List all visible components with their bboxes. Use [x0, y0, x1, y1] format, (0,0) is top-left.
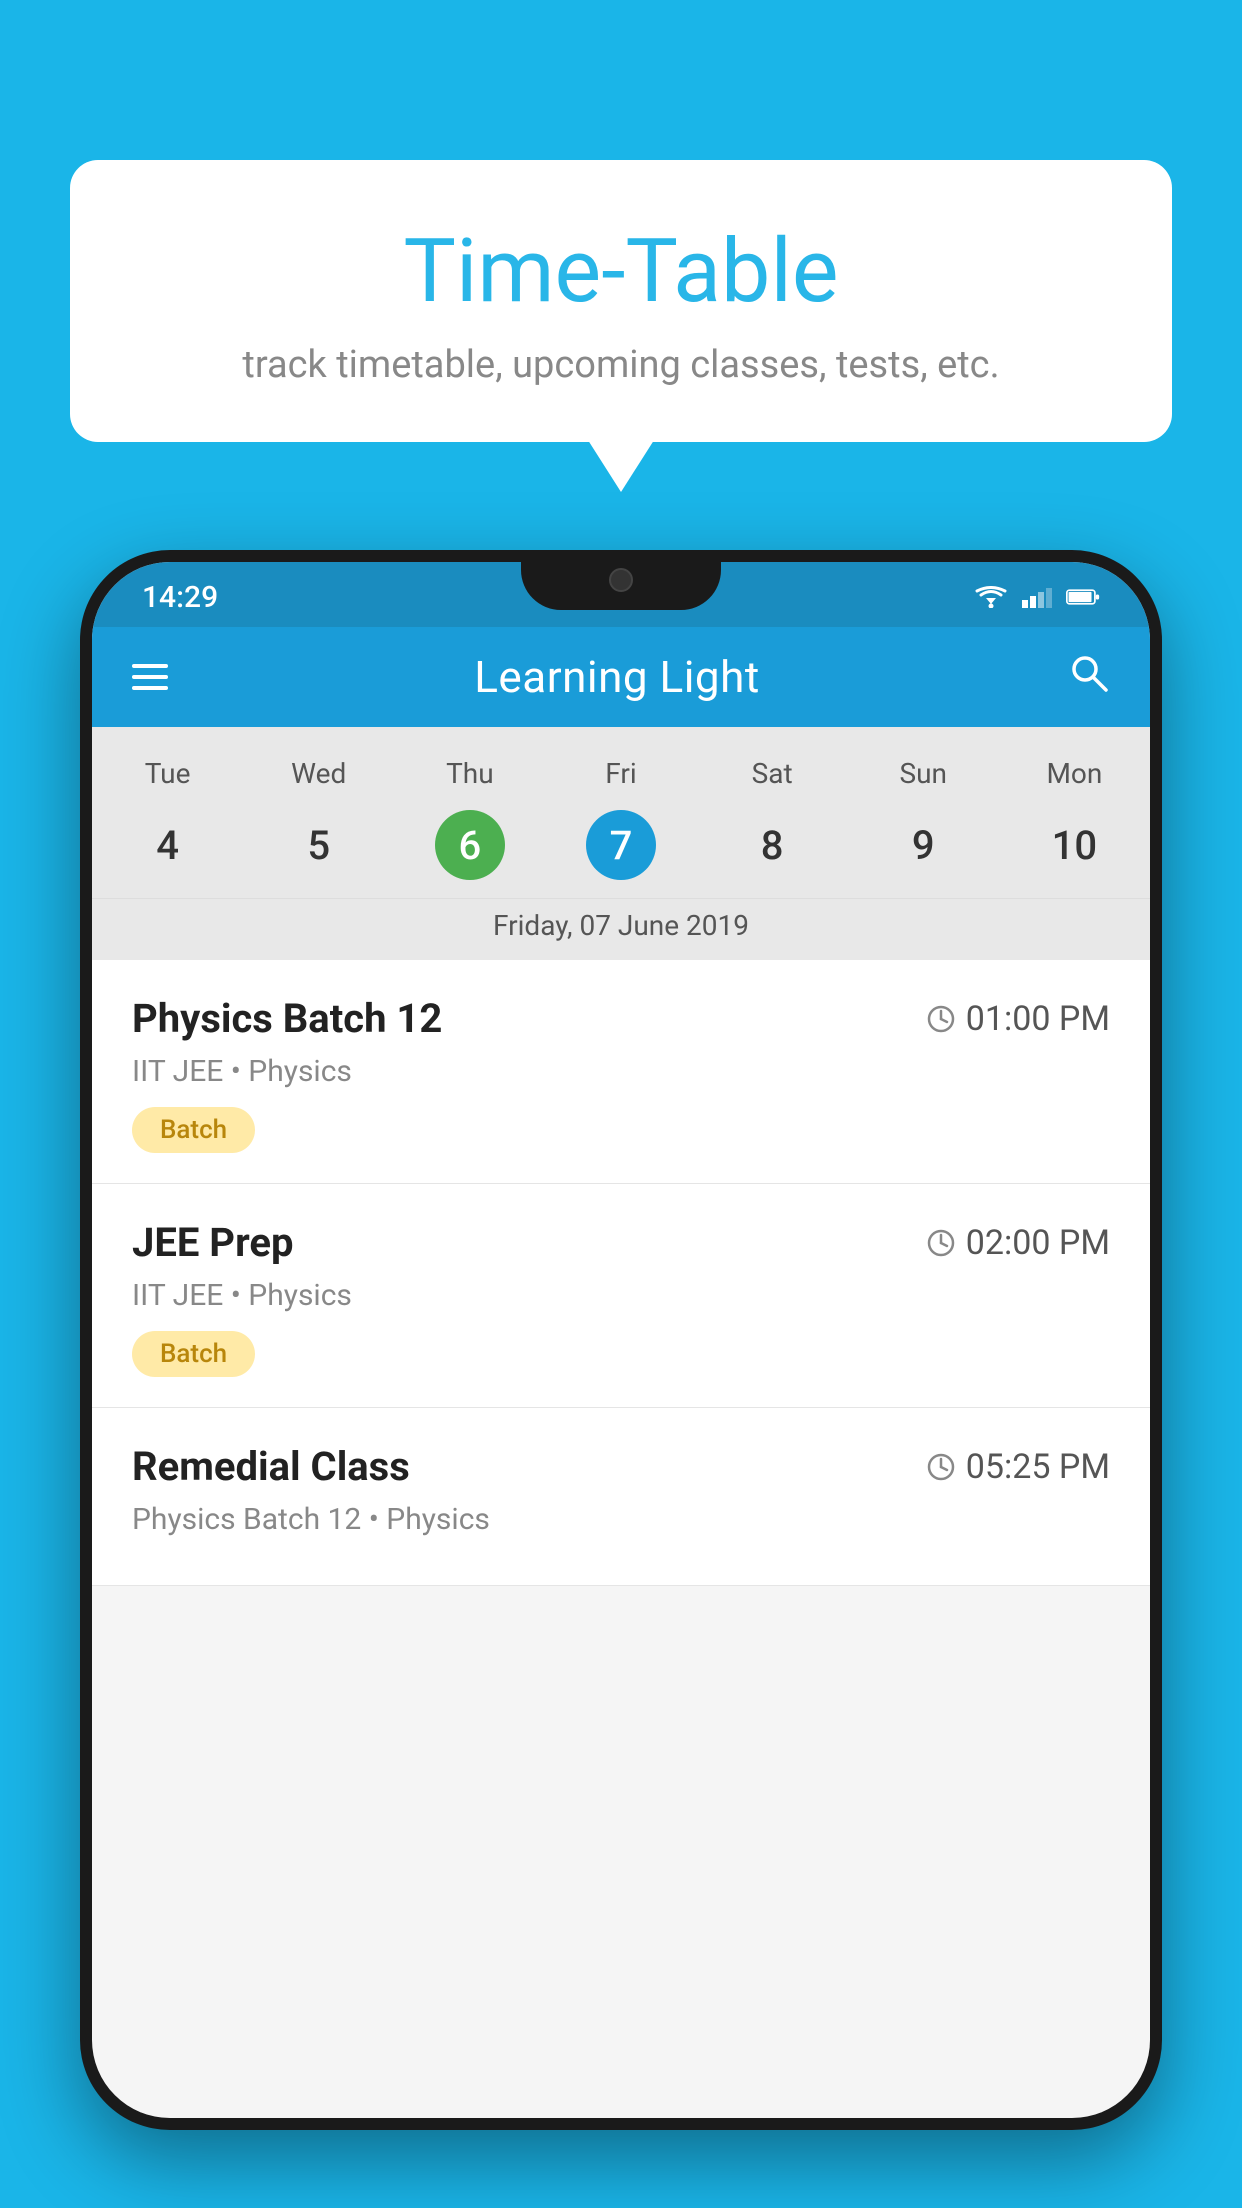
hamburger-line-1: [132, 664, 168, 668]
signal-icon: [1020, 586, 1054, 608]
battery-icon: [1066, 586, 1100, 608]
day-8[interactable]: 8: [697, 810, 848, 880]
status-icons: [974, 586, 1100, 608]
search-icon[interactable]: [1066, 650, 1110, 705]
schedule-item-2-time: 02:00 PM: [926, 1223, 1110, 1263]
day-header-tue: Tue: [92, 757, 243, 790]
wifi-icon: [974, 586, 1008, 608]
clock-icon-3: [926, 1452, 956, 1482]
day-7-selected[interactable]: 7: [586, 810, 656, 880]
day-6-today[interactable]: 6: [435, 810, 505, 880]
schedule-item-3-title: Remedial Class: [132, 1443, 410, 1490]
day-9[interactable]: 9: [848, 810, 999, 880]
schedule-list: Physics Batch 12 01:00 PM IIT JEE • Phys…: [92, 960, 1150, 1586]
schedule-item-3-subtitle: Physics Batch 12 • Physics: [132, 1502, 1110, 1537]
day-header-sat: Sat: [697, 757, 848, 790]
day-header-thu: Thu: [394, 757, 545, 790]
day-header-wed: Wed: [243, 757, 394, 790]
day-5[interactable]: 5: [243, 810, 394, 880]
selected-date-label: Friday, 07 June 2019: [92, 898, 1150, 960]
schedule-item-1-subtitle: IIT JEE • Physics: [132, 1054, 1110, 1089]
schedule-item-2-title: JEE Prep: [132, 1219, 293, 1266]
day-headers: Tue Wed Thu Fri Sat Sun Mon: [92, 747, 1150, 800]
schedule-item-3-header: Remedial Class 05:25 PM: [132, 1443, 1110, 1490]
schedule-item-2[interactable]: JEE Prep 02:00 PM IIT JEE • Physics Batc…: [92, 1184, 1150, 1408]
day-4[interactable]: 4: [92, 810, 243, 880]
schedule-item-3-time: 05:25 PM: [926, 1447, 1110, 1487]
app-header: Learning Light: [92, 627, 1150, 727]
day-numbers: 4 5 6 7 8 9 10: [92, 800, 1150, 898]
phone-screen: 14:29: [92, 562, 1150, 2118]
day-10[interactable]: 10: [999, 810, 1150, 880]
speech-bubble-card: Time-Table track timetable, upcoming cla…: [70, 160, 1172, 442]
phone-container: 14:29: [80, 550, 1162, 2208]
phone-frame: 14:29: [80, 550, 1162, 2130]
schedule-item-2-subtitle: IIT JEE • Physics: [132, 1278, 1110, 1313]
app-title: Learning Light: [474, 651, 760, 703]
schedule-item-3[interactable]: Remedial Class 05:25 PM Physics Batch 12…: [92, 1408, 1150, 1586]
clock-icon-1: [926, 1004, 956, 1034]
schedule-item-1-title: Physics Batch 12: [132, 995, 442, 1042]
day-header-sun: Sun: [848, 757, 999, 790]
speech-bubble-title: Time-Table: [110, 220, 1132, 323]
status-time: 14:29: [142, 580, 218, 615]
hamburger-menu-icon[interactable]: [132, 664, 168, 690]
schedule-item-2-badge: Batch: [132, 1331, 255, 1377]
day-header-mon: Mon: [999, 757, 1150, 790]
hamburger-line-3: [132, 686, 168, 690]
schedule-item-1-time: 01:00 PM: [926, 999, 1110, 1039]
camera-icon: [609, 568, 633, 592]
schedule-item-2-header: JEE Prep 02:00 PM: [132, 1219, 1110, 1266]
schedule-item-1[interactable]: Physics Batch 12 01:00 PM IIT JEE • Phys…: [92, 960, 1150, 1184]
calendar-section: Tue Wed Thu Fri Sat Sun Mon 4 5 6 7 8 9 …: [92, 727, 1150, 960]
schedule-item-1-header: Physics Batch 12 01:00 PM: [132, 995, 1110, 1042]
schedule-item-1-badge: Batch: [132, 1107, 255, 1153]
day-header-fri: Fri: [545, 757, 696, 790]
speech-bubble-subtitle: track timetable, upcoming classes, tests…: [110, 343, 1132, 387]
hamburger-line-2: [132, 675, 168, 679]
clock-icon-2: [926, 1228, 956, 1258]
phone-notch: [521, 550, 721, 610]
